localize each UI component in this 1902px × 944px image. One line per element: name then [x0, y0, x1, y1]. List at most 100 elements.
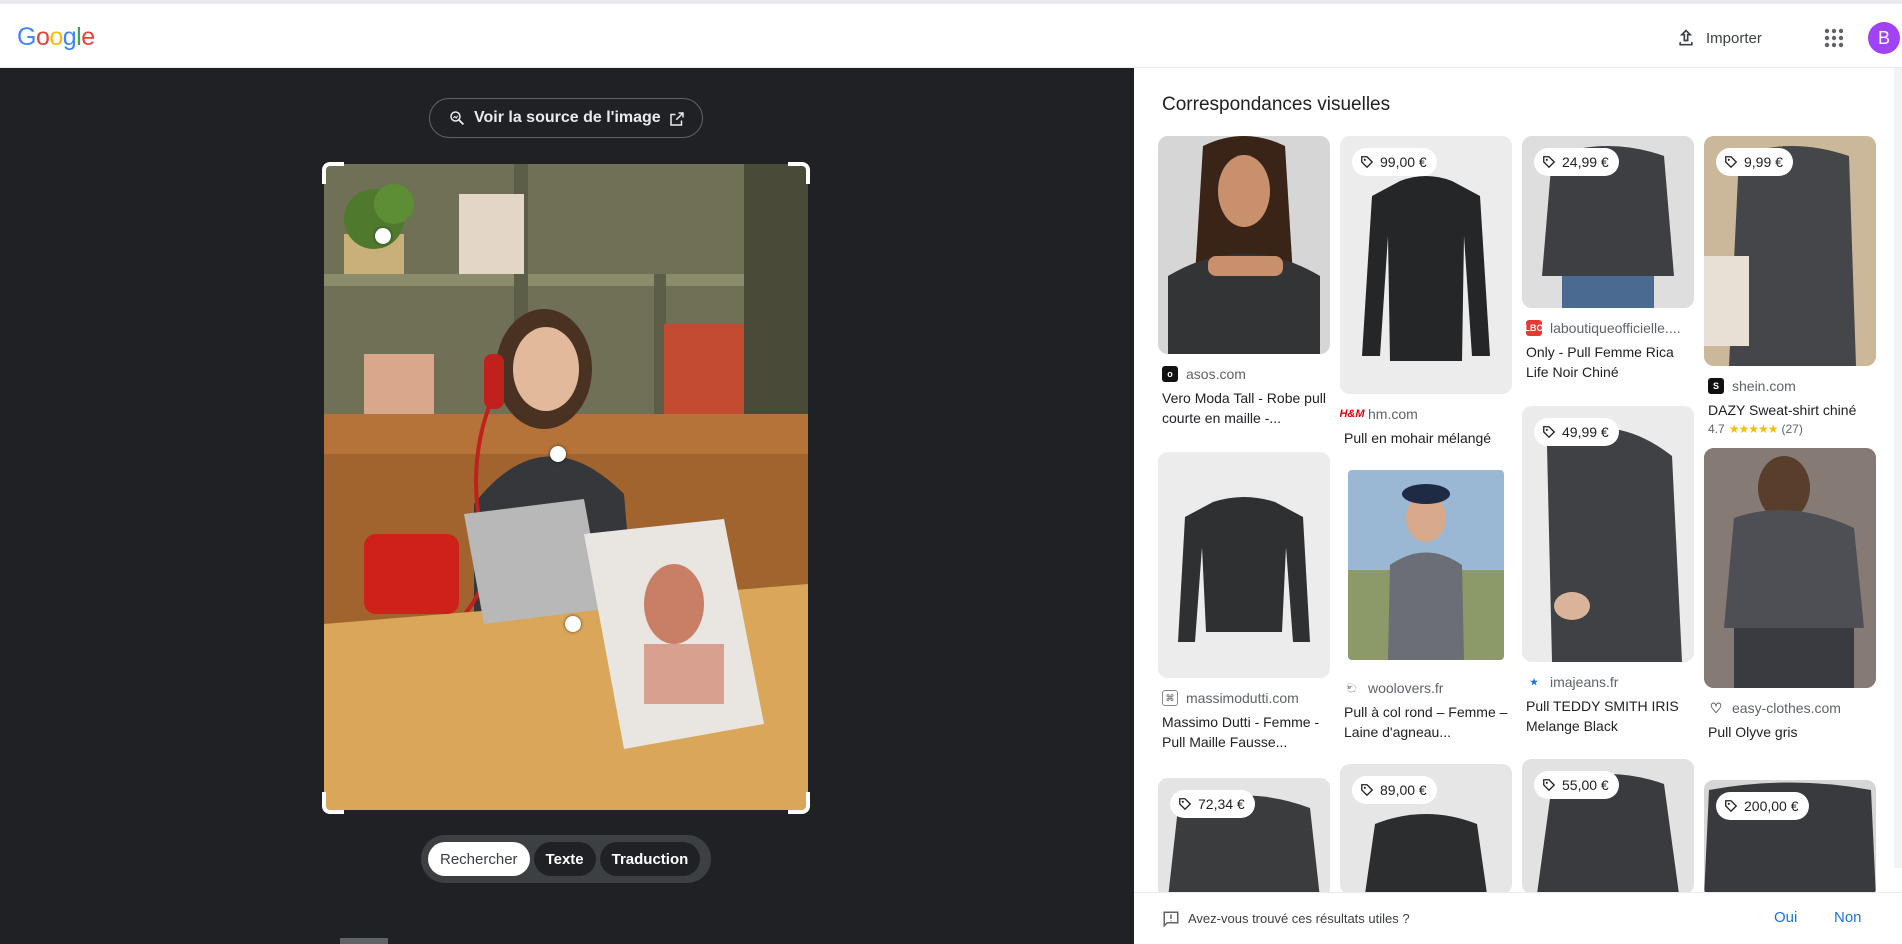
result-card[interactable]: 200,00 €: [1704, 780, 1876, 892]
object-dot[interactable]: [550, 446, 566, 462]
result-title[interactable]: Pull en mohair mélangé: [1340, 428, 1512, 448]
crop-corner-top-right[interactable]: [788, 162, 810, 184]
result-source[interactable]: LBO laboutiqueofficielle....: [1522, 320, 1694, 336]
result-source[interactable]: ♡ easy-clothes.com: [1704, 700, 1876, 716]
mode-search-button[interactable]: Rechercher: [428, 842, 530, 876]
price-badge: 200,00 €: [1716, 792, 1809, 820]
results-scrollbar[interactable]: [1894, 68, 1902, 868]
result-title[interactable]: Vero Moda Tall - Robe pull courte en mai…: [1158, 388, 1330, 428]
result-card[interactable]: 89,00 €: [1340, 764, 1512, 892]
result-title[interactable]: Pull à col rond – Femme – Laine d'agneau…: [1340, 702, 1512, 742]
result-thumbnail[interactable]: 99,00 €: [1340, 136, 1512, 394]
result-card[interactable]: 49,99 € ★ imajeans.fr Pull TEDDY SMITH I…: [1522, 406, 1694, 736]
price-tag-icon: [1725, 800, 1738, 813]
object-dot[interactable]: [375, 228, 391, 244]
result-source[interactable]: o asos.com: [1158, 366, 1330, 382]
review-count: (27): [1781, 422, 1803, 436]
result-thumbnail[interactable]: 55,00 €: [1522, 759, 1694, 892]
results-title: Correspondances visuelles: [1162, 94, 1391, 115]
price-label: 99,00 €: [1380, 154, 1427, 170]
logo-letter: e: [81, 23, 95, 51]
price-label: 49,99 €: [1562, 424, 1609, 440]
mode-text-button[interactable]: Texte: [533, 842, 596, 876]
result-source-label: laboutiqueofficielle....: [1550, 320, 1681, 336]
result-source[interactable]: S shein.com: [1704, 378, 1876, 394]
result-thumbnail[interactable]: 89,00 €: [1340, 764, 1512, 892]
crop-corner-bottom-left[interactable]: [322, 792, 344, 814]
lbo-icon: LBO: [1525, 320, 1544, 336]
shein-icon: S: [1708, 378, 1724, 394]
result-thumbnail[interactable]: [1158, 452, 1330, 678]
result-thumbnail[interactable]: 200,00 €: [1704, 780, 1876, 892]
results-grid: o asos.com Vero Moda Tall - Robe pull co…: [1158, 136, 1898, 892]
rating-value: 4.7: [1708, 422, 1725, 436]
result-thumbnail[interactable]: [1340, 462, 1512, 668]
result-thumbnail[interactable]: [1704, 448, 1876, 688]
result-card[interactable]: 55,00 €: [1522, 759, 1694, 892]
woman-dark-sweater-image: [1158, 136, 1330, 354]
google-logo[interactable]: Google: [17, 23, 95, 52]
result-card[interactable]: o asos.com Vero Moda Tall - Robe pull co…: [1158, 136, 1330, 428]
logo-letter: G: [17, 23, 36, 51]
feedback-no-button[interactable]: Non: [1834, 909, 1862, 926]
result-thumbnail[interactable]: 9,99 €: [1704, 136, 1876, 366]
star-rating-icon: ★★★★★: [1728, 422, 1779, 436]
result-thumbnail[interactable]: 49,99 €: [1522, 406, 1694, 662]
apps-grid-icon[interactable]: [1822, 26, 1846, 50]
result-card[interactable]: ⌘ massimodutti.com Massimo Dutti - Femme…: [1158, 452, 1330, 752]
price-badge: 24,99 €: [1534, 148, 1619, 176]
object-dot[interactable]: [565, 616, 581, 632]
result-card[interactable]: 🐑 woolovers.fr Pull à col rond – Femme –…: [1340, 462, 1512, 742]
price-label: 24,99 €: [1562, 154, 1609, 170]
feedback-yes-button[interactable]: Oui: [1774, 909, 1797, 926]
result-source-label: shein.com: [1732, 378, 1796, 394]
feedback-question: Avez-vous trouvé ces résultats utiles ?: [1188, 911, 1410, 926]
price-badge: 99,00 €: [1352, 148, 1437, 176]
result-card[interactable]: 9,99 € S shein.com DAZY Sweat-shirt chin…: [1704, 136, 1876, 436]
result-card[interactable]: 24,99 € LBO laboutiqueofficielle.... Onl…: [1522, 136, 1694, 382]
result-thumbnail[interactable]: [1158, 136, 1330, 354]
result-source[interactable]: ★ imajeans.fr: [1522, 674, 1694, 690]
price-tag-icon: [1543, 779, 1556, 792]
sweater-flat-grey-image: [1158, 452, 1330, 678]
result-title[interactable]: Pull TEDDY SMITH IRIS Melange Black: [1522, 696, 1694, 736]
mode-translate-button[interactable]: Traduction: [599, 842, 701, 876]
result-card[interactable]: 99,00 € H&M hm.com Pull en mohair mélang…: [1340, 136, 1512, 448]
feedback-icon: [1163, 911, 1179, 928]
query-photo: [324, 164, 808, 810]
import-button[interactable]: Importer: [1676, 22, 1762, 54]
image-viewer: Voir la source de l'image Rechercher Tex…: [0, 68, 1134, 944]
price-label: 89,00 €: [1380, 782, 1427, 798]
result-source[interactable]: ⌘ massimodutti.com: [1158, 690, 1330, 706]
result-title[interactable]: Only - Pull Femme Rica Life Noir Chiné: [1522, 342, 1694, 382]
price-badge: 55,00 €: [1534, 771, 1619, 799]
result-thumbnail[interactable]: 72,34 €: [1158, 778, 1330, 892]
price-label: 55,00 €: [1562, 777, 1609, 793]
result-source-label: massimodutti.com: [1186, 690, 1299, 706]
crop-corner-bottom-right[interactable]: [788, 792, 810, 814]
result-source-label: imajeans.fr: [1550, 674, 1619, 690]
feedback-bar: Avez-vous trouvé ces résultats utiles ? …: [1134, 892, 1902, 944]
results-panel: Correspondances visuelles o asos.com Ver…: [1134, 68, 1902, 944]
heart-icon: ♡: [1709, 700, 1723, 716]
logo-letter: o: [49, 23, 63, 51]
crop-corner-top-left[interactable]: [322, 162, 344, 184]
result-title[interactable]: Massimo Dutti - Femme - Pull Maille Faus…: [1158, 712, 1330, 752]
query-image[interactable]: [324, 164, 808, 810]
result-title[interactable]: DAZY Sweat-shirt chiné: [1704, 400, 1876, 420]
horizontal-scrollbar[interactable]: [340, 938, 388, 944]
result-title[interactable]: Pull Olyve gris: [1704, 722, 1876, 742]
account-avatar[interactable]: B: [1868, 22, 1900, 54]
price-label: 200,00 €: [1744, 798, 1799, 814]
logo-letter: o: [35, 23, 50, 51]
result-thumbnail[interactable]: 24,99 €: [1522, 136, 1694, 308]
view-image-source-button[interactable]: Voir la source de l'image: [429, 98, 703, 138]
result-source-label: asos.com: [1186, 366, 1246, 382]
result-source[interactable]: H&M hm.com: [1340, 406, 1512, 422]
result-card[interactable]: 72,34 €: [1158, 778, 1330, 892]
result-source[interactable]: 🐑 woolovers.fr: [1340, 680, 1512, 696]
price-label: 72,34 €: [1198, 796, 1245, 812]
result-source-label: hm.com: [1368, 406, 1418, 422]
logo-letter: g: [62, 23, 77, 51]
result-card[interactable]: ♡ easy-clothes.com Pull Olyve gris: [1704, 448, 1876, 742]
